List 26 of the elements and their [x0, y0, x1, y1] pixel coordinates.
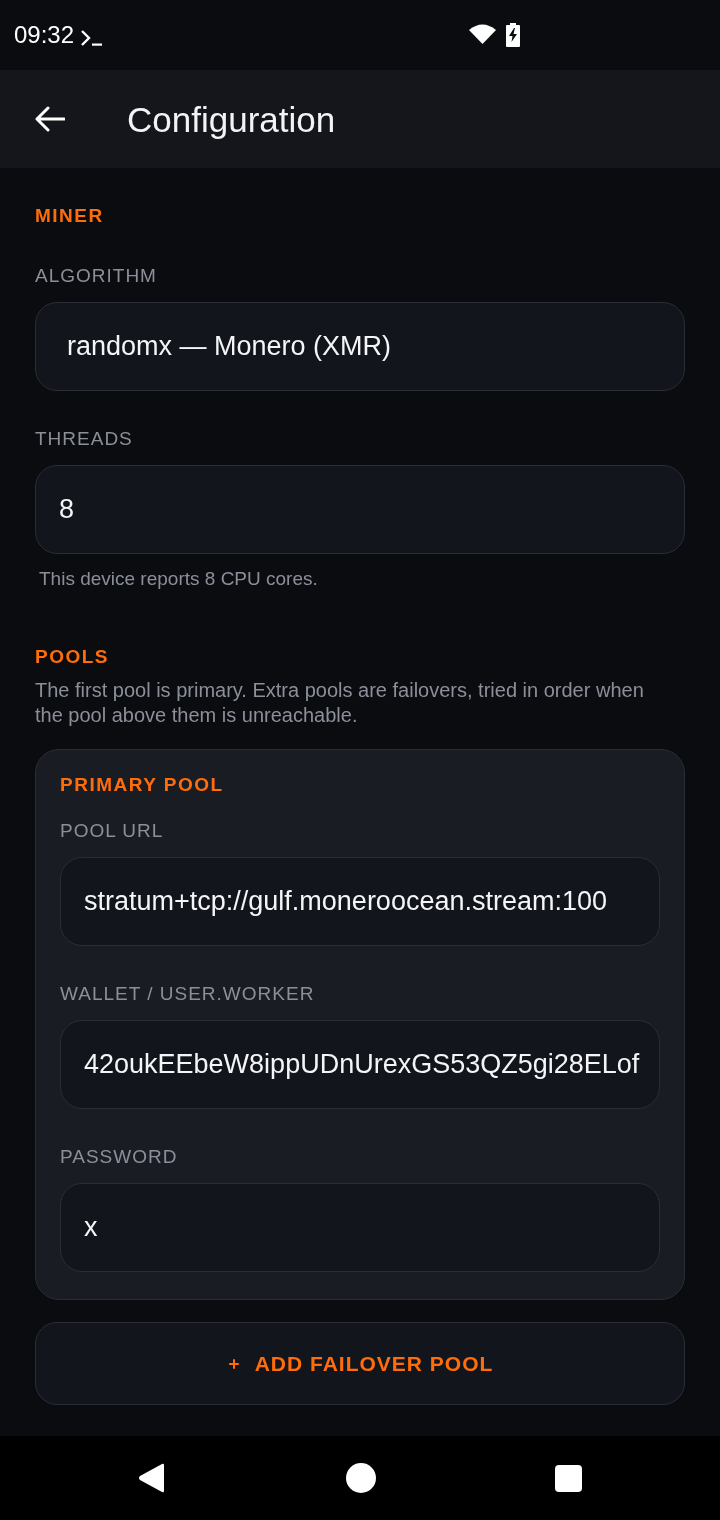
wifi-icon [469, 24, 496, 44]
section-description: The first pool is primary. Extra pools are failovers, tried in order when the pool above them is unreachable. [35, 678, 645, 728]
battery-charging-icon [506, 23, 520, 47]
back-arrow-icon[interactable] [35, 106, 65, 132]
home-icon[interactable] [345, 1463, 376, 1493]
add-pool-button[interactable]: ADD FAILOVER POOL [35, 1322, 685, 1405]
back-icon[interactable] [138, 1463, 166, 1493]
field-label: POOL URL [60, 820, 165, 842]
input-field[interactable]: 42oukEEbeW8ippUDnUrexGS53QZ5gi28ELof [60, 1020, 660, 1109]
input-field[interactable]: x [60, 1183, 660, 1272]
input-field[interactable]: 8 [35, 465, 685, 554]
helper-text: This device reports 8 CPU cores. [38, 568, 319, 590]
plus-icon [226, 1356, 241, 1371]
section-heading: POOLS [35, 646, 110, 668]
recents-icon[interactable] [555, 1464, 582, 1492]
section-heading: MINER [35, 205, 105, 227]
field-label: THREADS [35, 428, 134, 450]
field-label: ALGORITHM [35, 265, 158, 287]
field-label: WALLET / USER.WORKER [60, 983, 316, 1005]
card-title: PRIMARY POOL [60, 774, 225, 796]
screen-title: Configuration [127, 101, 336, 137]
select-field[interactable]: randomx — Monero (XMR) [35, 302, 685, 391]
field-label: PASSWORD [60, 1146, 179, 1168]
status-time: 09:32 [14, 23, 75, 47]
input-field[interactable]: stratum+tcp://gulf.moneroocean.stream:100 [60, 857, 660, 946]
terminal-prompt-icon [80, 30, 105, 46]
